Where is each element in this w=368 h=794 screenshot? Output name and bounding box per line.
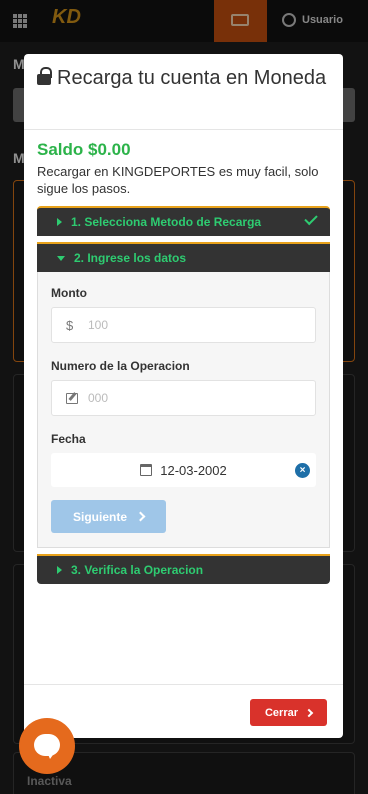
chevron-right-icon (304, 708, 314, 717)
modal-footer: Cerrar (24, 684, 343, 738)
balance-text: Saldo $0.00 (37, 140, 131, 159)
step-2-panel: Monto $ 100 Numero de la Operacion 000 F… (37, 272, 330, 548)
caret-right-icon (57, 566, 62, 574)
edit-icon (66, 392, 78, 404)
step-3-header[interactable]: 3. Verifica la Operacion (37, 554, 330, 584)
modal-title: Recarga tu cuenta en Moneda (37, 66, 330, 91)
dollar-icon: $ (66, 317, 74, 333)
check-icon (304, 211, 318, 226)
siguiente-button[interactable]: Siguiente (51, 500, 166, 533)
monto-input[interactable]: $ 100 (51, 307, 316, 343)
step-2-label: 2. Ingrese los datos (74, 251, 187, 265)
fecha-value: 12-03-2002 (160, 462, 227, 478)
siguiente-label: Siguiente (72, 509, 127, 524)
chevron-right-icon (135, 511, 146, 522)
step-1-label: 1. Selecciona Metodo de Recarga (71, 215, 262, 229)
close-button[interactable]: Cerrar (250, 699, 327, 726)
monto-placeholder: 100 (88, 318, 109, 332)
caret-right-icon (57, 218, 62, 226)
step-3-label: 3. Verifica la Operacion (71, 563, 204, 577)
caret-down-icon (57, 255, 65, 261)
calendar-icon (140, 464, 153, 476)
instructions-text: Recargar en KINGDEPORTES es muy facil, s… (37, 164, 319, 196)
modal-body: Saldo $0.00 Recargar en KINGDEPORTES es … (24, 130, 343, 584)
fecha-label: Fecha (51, 432, 86, 446)
steps-accordion: 1. Selecciona Metodo de Recarga 2. Ingre… (37, 206, 330, 584)
chat-button[interactable] (19, 718, 75, 774)
fecha-input[interactable]: 12-03-2002 × (51, 453, 316, 487)
step-2-header[interactable]: 2. Ingrese los datos (37, 242, 330, 272)
operacion-input[interactable]: 000 (51, 380, 316, 416)
operacion-label: Numero de la Operacion (51, 359, 190, 373)
step-1-header[interactable]: 1. Selecciona Metodo de Recarga (37, 206, 330, 236)
clear-date-icon[interactable]: × (295, 463, 310, 478)
modal-header: Recarga tu cuenta en Moneda (24, 54, 343, 130)
close-label: Cerrar (264, 706, 299, 719)
operacion-placeholder: 000 (88, 391, 109, 405)
lock-icon (37, 67, 52, 85)
monto-label: Monto (51, 286, 87, 300)
chat-bubble-icon (34, 734, 60, 759)
modal-title-text: Recarga tu cuenta en Moneda (57, 67, 327, 89)
recharge-modal: Recarga tu cuenta en Moneda Saldo $0.00 … (24, 54, 343, 738)
